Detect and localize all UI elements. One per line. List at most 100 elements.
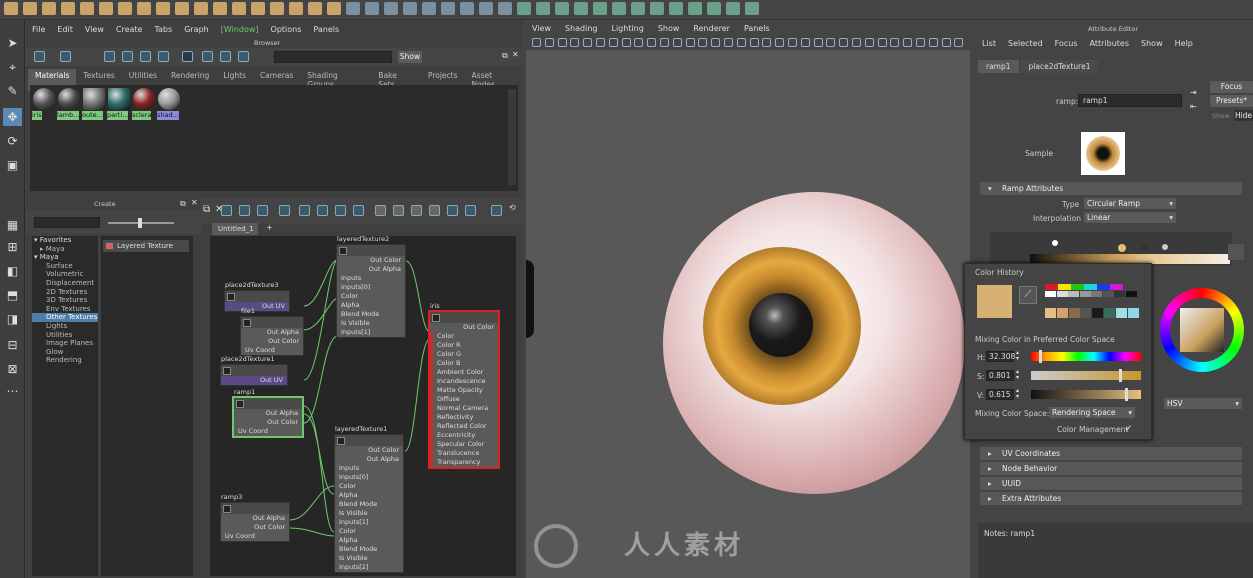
shelf-tool-icon[interactable] (308, 2, 322, 15)
s-slider-handle[interactable] (1119, 369, 1122, 382)
color-history-swatch[interactable] (1056, 308, 1068, 318)
lasso-tool-icon[interactable]: ⌖ (3, 58, 22, 76)
node-place2dTexture3[interactable]: place2dTexture3 Out UV (224, 281, 290, 312)
section-uuid[interactable]: UUID (980, 477, 1242, 490)
shelf-tool-icon[interactable] (726, 2, 740, 15)
graph-grid-icon[interactable] (317, 205, 328, 216)
color-mode-dropdown[interactable]: HSV (1164, 398, 1242, 409)
graph-clear-icon[interactable] (335, 205, 346, 216)
shelf-tool-icon[interactable] (422, 2, 436, 15)
attr-menu-help[interactable]: Help (1175, 39, 1193, 48)
create-float-icon[interactable]: ⧉ (180, 199, 186, 209)
attr-menu-attributes[interactable]: Attributes (1090, 39, 1130, 48)
attr-tab-ramp1[interactable]: ramp1 (978, 60, 1019, 73)
material-swatch[interactable]: parti... (107, 88, 131, 120)
node-file1[interactable]: file1 Out Alpha Out Color Uv Coord (240, 307, 304, 356)
swatch-size-handle[interactable] (138, 218, 142, 228)
node-graph[interactable]: place2dTexture3 Out UV file1 Out Alpha Out C… (210, 235, 516, 576)
tree-item[interactable]: Rendering (32, 356, 98, 365)
presets-button[interactable]: Presets* (1210, 95, 1253, 107)
close-icon[interactable]: ✕ (512, 50, 519, 59)
color-history-swatch[interactable] (1045, 291, 1056, 297)
shelf-tool-icon[interactable] (403, 2, 417, 15)
shelf-tool-icon[interactable] (137, 2, 151, 15)
viewport-tool-icon[interactable] (800, 38, 810, 47)
go-to-output-icon[interactable]: ⇤ (1190, 102, 1197, 111)
viewport-menu-view[interactable]: View (532, 24, 551, 33)
menu-graph[interactable]: Graph (184, 25, 209, 34)
viewport-tool-icon[interactable] (660, 38, 669, 47)
s-value-field[interactable]: 0.801 (986, 370, 1014, 381)
viewport-tool-icon[interactable] (647, 38, 657, 47)
viewport-tool-icon[interactable] (570, 38, 580, 47)
color-history-swatch[interactable] (1068, 291, 1079, 297)
v-stepper-icon[interactable]: ▴ ▾ (1016, 388, 1019, 400)
color-history-swatch[interactable] (1127, 308, 1139, 318)
move-tool-icon[interactable]: ✥ (3, 108, 22, 126)
paint-tool-icon[interactable]: ✎ (3, 82, 22, 100)
node-ramp3[interactable]: ramp3 Out Alpha Out Color Uv Coord (220, 493, 290, 542)
node-layeredTexture1[interactable]: layeredTexture1 Out Color Out Alpha Inputs I… (334, 425, 404, 573)
viewport-tool-icon[interactable] (954, 38, 964, 47)
shelf-tool-icon[interactable] (289, 2, 303, 15)
shelf-tool-icon[interactable] (213, 2, 227, 15)
color-history-swatch[interactable] (1104, 308, 1115, 318)
float-icon[interactable]: ⧉ (502, 51, 508, 61)
current-color-swatch[interactable] (977, 285, 1012, 318)
graph-custom-icon[interactable] (429, 205, 440, 216)
shelf-tool-icon[interactable] (327, 2, 341, 15)
tree-item[interactable]: ▾ Favorites (32, 236, 98, 245)
color-history-swatch[interactable] (1071, 284, 1084, 290)
shelf-tool-icon[interactable] (61, 2, 75, 15)
shelf-tool-icon[interactable] (251, 2, 265, 15)
color-wheel[interactable] (1160, 288, 1244, 372)
color-history-swatch[interactable] (1045, 308, 1056, 318)
tree-item[interactable]: ▸ Maya (32, 245, 98, 254)
tree-item[interactable]: Volumetric (32, 270, 98, 279)
section-extra-attributes[interactable]: Extra Attributes (980, 492, 1242, 505)
shelf-tool-icon[interactable] (536, 2, 550, 15)
shelf-tool-icon[interactable] (441, 2, 455, 15)
menu-edit[interactable]: Edit (57, 25, 73, 34)
rotate-tool-icon[interactable]: ⟳ (3, 132, 22, 150)
menu-window[interactable]: [Window] (221, 25, 259, 34)
graph-tab-add[interactable]: + (266, 223, 273, 232)
node-layeredTexture2[interactable]: layeredTexture2 Out Color Out Alpha Inputs I… (336, 235, 406, 338)
viewport-tool-icon[interactable] (813, 38, 823, 47)
viewport-menu-show[interactable]: Show (658, 24, 680, 33)
viewport-tool-icon[interactable] (749, 38, 759, 47)
sort-by-type-icon[interactable] (202, 51, 213, 62)
viewport-tool-icon[interactable] (903, 38, 913, 47)
s-slider[interactable] (1031, 371, 1141, 380)
shelf-tool-icon[interactable] (745, 2, 759, 15)
graph-output-icon[interactable] (257, 205, 268, 216)
node-place2dTexture1[interactable]: place2dTexture1 Out UV (220, 355, 288, 386)
viewport-tool-icon[interactable] (839, 38, 849, 47)
graph-search-icon[interactable] (447, 205, 458, 216)
color-history-swatch[interactable] (1084, 284, 1097, 290)
viewport-tool-icon[interactable] (736, 38, 746, 47)
v-slider-handle[interactable] (1125, 388, 1128, 401)
viewport-tool-icon[interactable] (583, 38, 593, 47)
tree-item[interactable]: Utilities (32, 331, 98, 340)
h-stepper-icon[interactable]: ▴ ▾ (1016, 350, 1019, 362)
medium-swatch-icon[interactable] (122, 51, 133, 62)
shelf-tool-icon[interactable] (365, 2, 379, 15)
ramp-handle[interactable] (1052, 240, 1058, 246)
viewport-tool-icon[interactable] (826, 38, 836, 47)
large-swatch-icon[interactable] (140, 51, 151, 62)
shelf-tool-icon[interactable] (650, 2, 664, 15)
material-swatch[interactable]: iris (32, 88, 56, 120)
graph-settings-icon[interactable]: ⟲ (509, 203, 516, 212)
section-node-behavior[interactable]: Node Behavior (980, 462, 1242, 475)
graph-input-icon[interactable] (221, 205, 232, 216)
shelf-tool-icon[interactable] (80, 2, 94, 15)
ramp-editor[interactable] (990, 232, 1232, 266)
layout-persp-icon[interactable]: ◨ (3, 310, 22, 328)
materials-scrollbar[interactable] (508, 89, 516, 185)
color-square[interactable] (1180, 308, 1224, 352)
tree-item[interactable]: 3D Textures (32, 296, 98, 305)
attr-tab-place2dTexture1[interactable]: place2dTexture1 (1020, 60, 1099, 73)
section-uv-coordinates[interactable]: UV Coordinates (980, 447, 1242, 460)
menu-panels[interactable]: Panels (313, 25, 339, 34)
